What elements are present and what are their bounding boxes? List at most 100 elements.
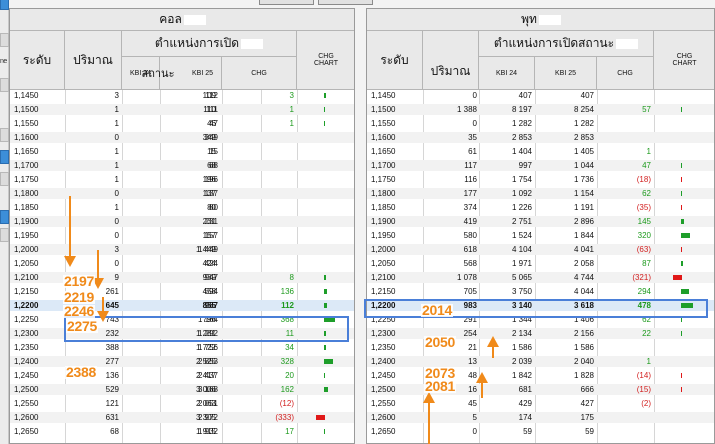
annotation-2081: 2081 (424, 378, 456, 394)
table-row[interactable]: 1,1700 117 997 1 044 47 (367, 160, 714, 171)
cell-k25: 1 191 (573, 203, 594, 212)
toolbar-button[interactable] (318, 0, 373, 5)
cell-level: 1,2400 (371, 357, 396, 366)
cell-level: 1,1750 (14, 175, 39, 184)
cell-vol: 117 (464, 161, 477, 170)
table-row[interactable]: 1,2600 631 3 305 2 972 (333) (10, 412, 354, 423)
table-row[interactable]: 1,1900 419 2 751 2 896 145 (367, 216, 714, 227)
cell-chg: (333) (275, 413, 294, 422)
chg-bar (681, 289, 689, 294)
table-row[interactable]: 1,1650 61 1 404 1 405 1 (367, 146, 714, 157)
cell-chg: 145 (637, 217, 651, 226)
cell-vol: 121 (105, 399, 119, 408)
table-row[interactable]: 1,2200 645 855 967 112 (10, 300, 354, 311)
cell-vol: 116 (464, 175, 477, 184)
table-row[interactable]: 1,1600 35 2 853 2 853 (367, 132, 714, 143)
sidebar-tab[interactable] (0, 0, 9, 10)
cell-chg: 294 (637, 287, 651, 296)
table-row[interactable]: 1,2450 136 2 417 2 437 20 (10, 370, 354, 381)
table-row[interactable]: 1,1750 116 1 754 1 736 (18) (367, 174, 714, 185)
sidebar-tab[interactable] (0, 210, 9, 224)
cell-level: 1,2050 (371, 259, 396, 268)
cell-k24: 1 226 (511, 203, 532, 212)
chg-bar (324, 429, 326, 434)
sidebar-tab[interactable] (0, 172, 9, 186)
down-arrow-icon (64, 196, 76, 267)
cell-level: 1,2200 (14, 301, 39, 310)
table-row[interactable]: 1,2450 48 1 842 1 828 (14) (367, 370, 714, 381)
cell-k25: 424 (204, 259, 218, 268)
cell-level: 1,1950 (371, 231, 396, 240)
cell-chg: (63) (636, 245, 651, 254)
table-row[interactable]: 1,2100 1 078 5 065 4 744 (321) (367, 272, 714, 283)
table-row[interactable]: 1,1550 1 46 47 1 (10, 118, 354, 129)
sidebar-tab[interactable] (0, 128, 9, 142)
chg-bar (324, 373, 326, 378)
cell-vol: 580 (463, 231, 477, 240)
table-row[interactable]: 1,2400 13 2 039 2 040 1 (367, 356, 714, 367)
cell-k25: 175 (580, 413, 594, 422)
table-row[interactable]: 1,2150 261 458 594 136 (10, 286, 354, 297)
sidebar-tab[interactable] (0, 228, 9, 242)
sidebar-tab[interactable] (0, 150, 9, 164)
table-row[interactable]: 1,1550 0 1 282 1 282 (367, 118, 714, 129)
chg-bar (681, 191, 683, 196)
table-row[interactable]: 1,1500 1 110 111 1 (10, 104, 354, 115)
table-row[interactable]: 1,1800 177 1 092 1 154 62 (367, 188, 714, 199)
cell-level: 1,2550 (14, 399, 39, 408)
cell-k25: 112 (205, 91, 218, 100)
table-row[interactable]: 1,1500 1 388 8 197 8 254 57 (367, 104, 714, 115)
cell-level: 1,1450 (14, 91, 39, 100)
sidebar-tab[interactable] (0, 33, 9, 47)
table-row[interactable]: 1,2500 529 3 006 3 168 162 (10, 384, 354, 395)
table-row[interactable]: 1,2650 68 1 915 1 932 17 (10, 426, 354, 437)
table-row[interactable]: 1,1750 1 196 196 (10, 174, 354, 185)
table-row[interactable]: 1,1700 1 68 68 (10, 160, 354, 171)
cell-vol: 1 (114, 105, 119, 114)
table-row[interactable]: 1,1450 0 407 407 (367, 90, 714, 101)
cell-chg (222, 258, 294, 269)
cell-k24: 59 (523, 427, 532, 436)
cell-level: 1,2450 (371, 371, 396, 380)
sidebar-tab[interactable] (0, 78, 9, 92)
cell-k25: 1 736 (573, 175, 594, 184)
table-row[interactable]: 1,2300 254 2 134 2 156 22 (367, 328, 714, 339)
table-row[interactable]: 1,1600 0 349 349 (10, 132, 354, 143)
table-row[interactable]: 1,2350 388 1 722 1 756 34 (10, 342, 354, 353)
cell-level: 1,1450 (371, 91, 396, 100)
put-header: พุท ระดับ ปริมาณ ตำแหน่งการเปิดสถานะ KBI… (367, 9, 714, 90)
table-row[interactable]: 1,2650 0 59 59 (367, 426, 714, 437)
table-row[interactable]: 1,2000 618 4 104 4 041 (63) (367, 244, 714, 255)
cell-k25: 1 044 (573, 161, 594, 170)
cell-level: 1,1550 (14, 119, 39, 128)
table-row[interactable]: 1,2550 45 429 427 (2) (367, 398, 714, 409)
cell-k24: 997 (518, 161, 532, 170)
cell-level: 1,2450 (14, 371, 39, 380)
table-row[interactable]: 1,1650 1 15 15 (10, 146, 354, 157)
table-row[interactable]: 1,2100 9 939 947 8 (10, 272, 354, 283)
cell-k24: 429 (518, 399, 532, 408)
table-row[interactable]: 1,1950 580 1 524 1 844 320 (367, 230, 714, 241)
table-row[interactable]: 1,2550 121 2 063 2 051 (12) (10, 398, 354, 409)
table-row[interactable]: 1,2150 705 3 750 4 044 294 (367, 286, 714, 297)
chg-bar (324, 359, 333, 364)
cell-chg: 57 (642, 105, 651, 114)
chg-bar (680, 205, 682, 210)
table-row[interactable]: 1,2350 21 1 586 1 586 (367, 342, 714, 353)
cell-k25: 4 744 (573, 273, 594, 282)
toolbar-button[interactable] (259, 0, 314, 5)
cell-chg: 1 (289, 105, 294, 114)
table-row[interactable]: 1,1850 374 1 226 1 191 (35) (367, 202, 714, 213)
cell-level: 1,1800 (371, 189, 396, 198)
cell-k25: 1 282 (573, 119, 594, 128)
cell-vol: 1 (114, 147, 119, 156)
cell-level: 1,2300 (14, 329, 39, 338)
table-row[interactable]: 1,2500 16 681 666 (15) (367, 384, 714, 395)
cell-level: 1,2000 (371, 245, 396, 254)
table-row[interactable]: 1,1450 3 109 112 3 (10, 90, 354, 101)
table-row[interactable]: 1,2600 5 174 175 (367, 412, 714, 423)
table-row[interactable]: 1,2400 277 2 525 2 853 328 (10, 356, 354, 367)
cell-level: 1,1800 (14, 189, 39, 198)
cell-k25: 1 844 (573, 231, 594, 240)
table-row[interactable]: 1,2050 568 1 971 2 058 87 (367, 258, 714, 269)
